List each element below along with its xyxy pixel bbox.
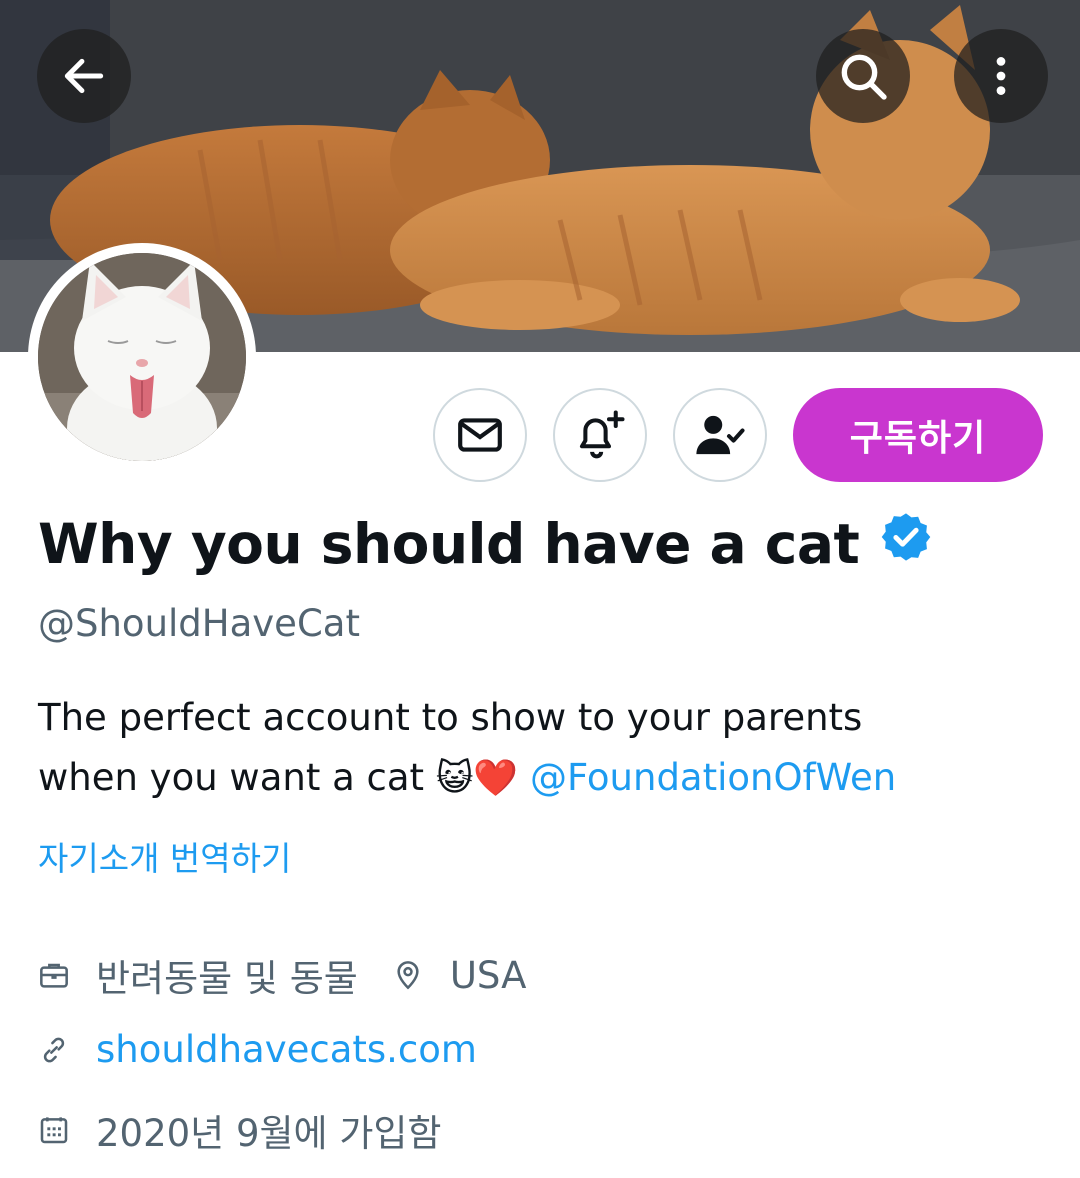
following-button[interactable] [673, 388, 767, 482]
handle: @ShouldHaveCat [38, 602, 360, 645]
bio-line-2: when you want a cat 😺❤️ @FoundationOfWen [38, 748, 1048, 809]
cat-heart-emoji: 😺❤️ [435, 758, 519, 799]
bio-text: when you want a cat [38, 756, 436, 799]
back-button[interactable] [37, 29, 131, 123]
bell-plus-icon [579, 410, 625, 459]
bio-line-1: The perfect account to show to your pare… [38, 696, 863, 739]
meta-joined: 2020년 9월에 가입함 [38, 1103, 441, 1157]
briefcase-icon [38, 959, 70, 991]
calendar-icon [38, 1114, 70, 1146]
search-icon [841, 54, 887, 100]
person-check-icon [696, 415, 745, 455]
subscribe-button[interactable]: 구독하기 [793, 388, 1043, 482]
category-text: 반려동물 및 동물 [96, 957, 358, 1000]
joined-text: 2020년 9월에 가입함 [96, 1112, 442, 1155]
meta-category-location: 반려동물 및 동물 USA [38, 948, 526, 1002]
avatar-image [38, 253, 246, 461]
more-button[interactable] [954, 29, 1048, 123]
search-button[interactable] [816, 29, 910, 123]
location-pin-icon [392, 959, 424, 991]
website-link[interactable]: shouldhavecats.com [96, 1028, 477, 1071]
verified-badge-icon[interactable] [879, 510, 933, 577]
bio-mention-link[interactable]: @FoundationOfWen [530, 756, 896, 799]
bio: The perfect account to show to your pare… [38, 688, 1048, 809]
message-button[interactable] [433, 388, 527, 482]
more-vertical-icon [996, 57, 1006, 95]
avatar[interactable] [28, 243, 256, 471]
arrow-left-icon [64, 58, 104, 94]
notify-button[interactable] [553, 388, 647, 482]
translate-bio-link[interactable]: 자기소개 번역하기 [38, 832, 291, 880]
meta-website: shouldhavecats.com [38, 1028, 477, 1071]
location-text: USA [449, 953, 527, 997]
envelope-icon [458, 418, 502, 452]
link-icon [38, 1034, 70, 1066]
display-name-text: Why you should have a cat [38, 511, 860, 576]
display-name: Why you should have a cat [38, 510, 933, 577]
